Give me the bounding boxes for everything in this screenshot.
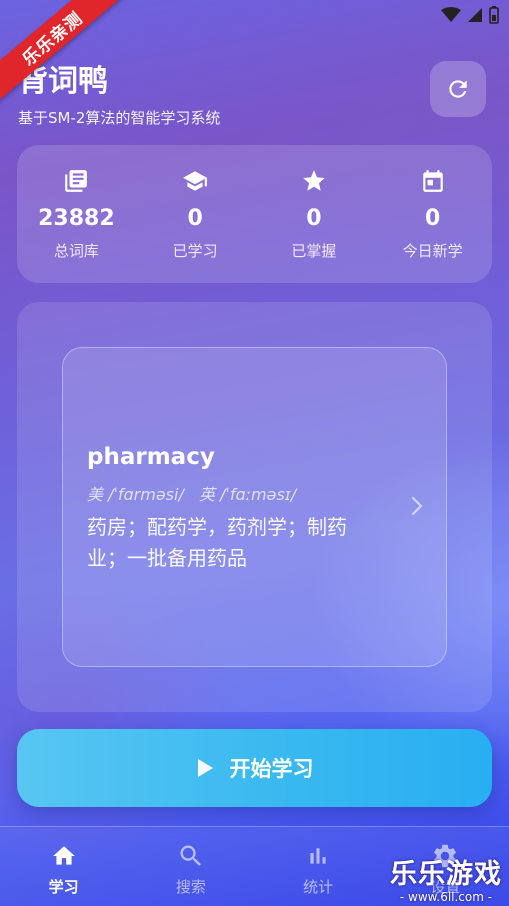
stat-label: 已学习 bbox=[172, 242, 218, 260]
search-icon bbox=[180, 845, 201, 866]
nav-item-stats[interactable]: 统计 bbox=[255, 827, 382, 906]
chevron-right-icon bbox=[411, 496, 423, 516]
phonetic-uk: 英 /ˈfɑːməsɪ/ bbox=[198, 485, 297, 504]
stat-value: 0 bbox=[424, 206, 441, 231]
stat-label: 已掌握 bbox=[291, 242, 337, 260]
app-subtitle: 基于SM-2算法的智能学习系统 bbox=[18, 109, 221, 127]
stat-today-new: 0 今日新学 bbox=[373, 145, 492, 283]
phonetic: 美 /ˈfɑrməsi/ 英 /ˈfɑːməsɪ/ bbox=[87, 481, 306, 505]
word-panel: pharmacy 美 /ˈfɑrməsi/ 英 /ˈfɑːməsɪ/ 药房；配药… bbox=[17, 302, 492, 712]
home-icon bbox=[52, 846, 75, 865]
star-icon bbox=[303, 170, 325, 191]
word-definition: 药房；配药学，药剂学；制药业；一批备用药品 bbox=[87, 515, 347, 570]
nav-item-search[interactable]: 搜索 bbox=[127, 827, 254, 906]
stats-card: 23882 总词库 0 已学习 0 已掌握 0 今日新学 bbox=[17, 145, 492, 283]
bar-chart-icon bbox=[310, 848, 326, 864]
book-icon bbox=[65, 170, 88, 192]
graduation-cap-icon bbox=[183, 171, 208, 191]
start-learning-label: 开始学习 bbox=[229, 757, 314, 781]
nav-label: 统计 bbox=[303, 878, 334, 896]
stat-learned: 0 已学习 bbox=[136, 145, 255, 283]
word-card[interactable]: pharmacy 美 /ˈfɑrməsi/ 英 /ˈfɑːməsɪ/ 药房；配药… bbox=[62, 347, 447, 667]
watermark: 乐乐游戏 - www.6ll.com - bbox=[387, 852, 505, 904]
stat-value: 0 bbox=[306, 206, 322, 231]
nav-label: 学习 bbox=[48, 878, 79, 896]
stat-value: 23882 bbox=[38, 206, 115, 231]
start-learning-button[interactable]: 开始学习 bbox=[17, 729, 492, 807]
play-icon bbox=[197, 759, 213, 777]
watermark-sub: - www.6ll.com - bbox=[399, 890, 493, 904]
nav-label: 搜索 bbox=[175, 878, 206, 896]
nav-item-learn[interactable]: 学习 bbox=[0, 827, 127, 906]
word-text: pharmacy bbox=[87, 444, 215, 470]
watermark-main: 乐乐游戏 bbox=[390, 859, 502, 890]
wifi-icon bbox=[441, 7, 461, 22]
stat-mastered: 0 已掌握 bbox=[255, 145, 374, 283]
cell-signal-icon bbox=[468, 8, 482, 22]
calendar-icon bbox=[422, 170, 443, 192]
stat-total-words: 23882 总词库 bbox=[17, 145, 136, 283]
battery-icon bbox=[489, 6, 499, 24]
stat-label: 总词库 bbox=[53, 242, 99, 260]
stat-label: 今日新学 bbox=[402, 242, 463, 260]
stat-value: 0 bbox=[187, 206, 203, 231]
phonetic-us: 美 /ˈfɑrməsi/ bbox=[87, 485, 184, 504]
refresh-button[interactable] bbox=[430, 61, 486, 117]
refresh-icon bbox=[449, 80, 467, 98]
